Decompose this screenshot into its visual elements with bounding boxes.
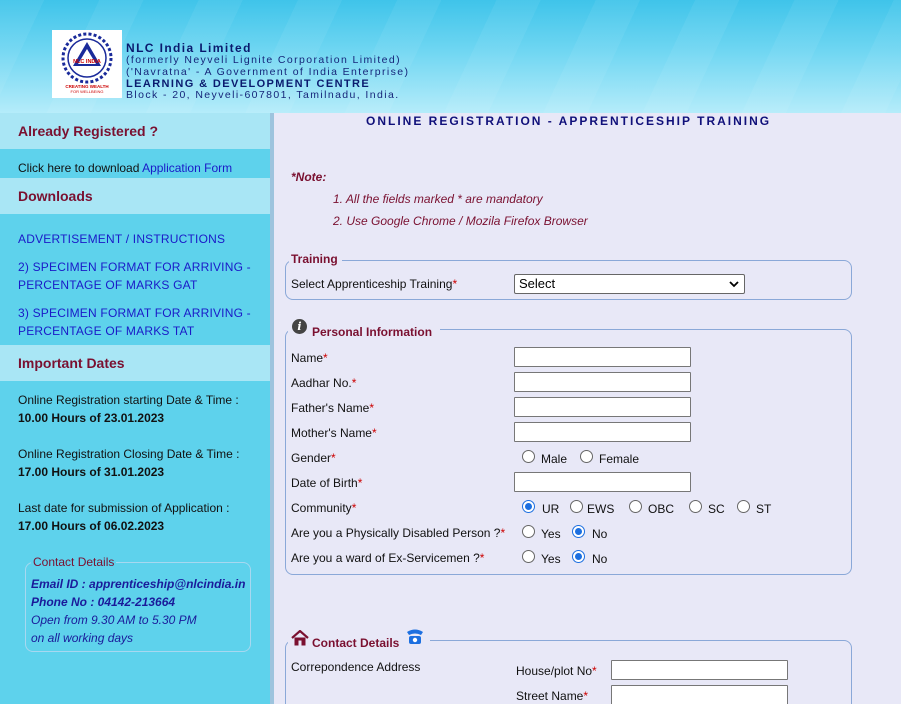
community-ews-radio[interactable] bbox=[570, 500, 583, 513]
date-close-label: Online Registration Closing Date & Time … bbox=[18, 447, 240, 461]
aadhar-input[interactable] bbox=[514, 372, 691, 392]
community-st-label: ST bbox=[756, 502, 772, 516]
date-start-label: Online Registration starting Date & Time… bbox=[18, 393, 239, 407]
community-ews-label: EWS bbox=[587, 502, 615, 516]
specimen-gat-link-line2[interactable]: PERCENTAGE OF MARKS GAT bbox=[18, 276, 198, 294]
gender-female-radio[interactable] bbox=[580, 450, 593, 463]
name-input[interactable] bbox=[514, 347, 691, 367]
disabled-yes-radio[interactable] bbox=[522, 525, 535, 538]
contact-email: Email ID : apprenticeship@nlcindia.in bbox=[31, 577, 246, 591]
father-name-input[interactable] bbox=[514, 397, 691, 417]
house-no-input[interactable] bbox=[611, 660, 788, 680]
page-title: ONLINE REGISTRATION - APPRENTICESHIP TRA… bbox=[366, 114, 772, 128]
advertisement-link[interactable]: ADVERTISEMENT / INSTRUCTIONS bbox=[18, 230, 225, 248]
contact-hours: Open from 9.30 AM to 5.30 PM bbox=[31, 613, 197, 627]
organization-info: NLC India Limited (formerly Neyveli Lign… bbox=[126, 42, 409, 102]
org-navratna: ('Navratna' - A Government of India Ente… bbox=[126, 65, 410, 78]
contact-phone: Phone No : 04142-213664 bbox=[31, 595, 176, 609]
community-obc-radio[interactable] bbox=[629, 500, 642, 513]
disabled-no-label: No bbox=[592, 527, 608, 541]
name-label: Name* bbox=[291, 351, 328, 365]
already-registered-heading: Already Registered ? bbox=[0, 113, 270, 149]
training-legend: Training bbox=[289, 252, 342, 266]
date-start-value: 10.00 Hours of 23.01.2023 bbox=[18, 411, 165, 425]
community-st-radio[interactable] bbox=[737, 500, 750, 513]
specimen-gat-link[interactable]: 2) SPECIMEN FORMAT FOR ARRIVING - bbox=[18, 258, 251, 276]
note-title: *Note: bbox=[291, 170, 327, 184]
apprenticeship-training-select[interactable]: Select bbox=[514, 274, 745, 294]
info-icon: i bbox=[292, 319, 307, 334]
disabled-label: Are you a Physically Disabled Person ?* bbox=[291, 526, 506, 540]
street-name-input[interactable] bbox=[611, 685, 788, 704]
mother-name-input[interactable] bbox=[514, 422, 691, 442]
disabled-no-radio[interactable] bbox=[572, 525, 585, 538]
site-header: NLC INDIA CREATING WEALTH FOR WELLBEING … bbox=[0, 0, 901, 113]
community-ur-radio[interactable] bbox=[522, 500, 535, 513]
home-icon bbox=[291, 630, 309, 646]
svg-text:FOR WELLBEING: FOR WELLBEING bbox=[71, 89, 104, 94]
application-form-link[interactable]: Application Form bbox=[142, 161, 232, 175]
gender-male-label: Male bbox=[541, 452, 568, 466]
street-name-label: Street Name* bbox=[516, 689, 589, 703]
note-mandatory: 1. All the fields marked * are mandatory bbox=[333, 192, 543, 206]
org-former-name: (formerly Neyveli Lignite Corporation Li… bbox=[126, 54, 402, 66]
community-sc-radio[interactable] bbox=[689, 500, 702, 513]
important-dates-heading: Important Dates bbox=[0, 345, 270, 381]
org-address: Block - 20, Neyveli-607801, Tamilnadu, I… bbox=[126, 89, 400, 101]
ex-servicemen-label: Are you a ward of Ex-Servicemen ?* bbox=[291, 551, 485, 565]
contact-details-legend: Contact Details bbox=[310, 636, 404, 650]
dob-label: Date of Birth* bbox=[291, 476, 363, 490]
date-submission-label: Last date for submission of Application … bbox=[18, 501, 230, 515]
download-application-text: Click here to download Application Form bbox=[18, 161, 233, 175]
personal-info-legend: Personal Information bbox=[310, 325, 437, 339]
telephone-icon bbox=[407, 629, 423, 644]
correspondence-address-label: Correpondence Address bbox=[291, 660, 421, 674]
date-close-value: 17.00 Hours of 31.01.2023 bbox=[18, 465, 165, 479]
nlc-logo-icon: NLC INDIA CREATING WEALTH FOR WELLBEING bbox=[61, 32, 113, 94]
mother-name-label: Mother's Name* bbox=[291, 426, 377, 440]
nlc-logo: NLC INDIA CREATING WEALTH FOR WELLBEING bbox=[52, 30, 122, 98]
ex-servicemen-yes-radio[interactable] bbox=[522, 550, 535, 563]
house-no-label: House/plot No* bbox=[516, 664, 597, 678]
downloads-heading: Downloads bbox=[0, 178, 270, 214]
gender-label: Gender* bbox=[291, 451, 336, 465]
community-label: Community* bbox=[291, 501, 357, 515]
dob-input[interactable] bbox=[514, 472, 691, 492]
ex-servicemen-no-radio[interactable] bbox=[572, 550, 585, 563]
community-obc-label: OBC bbox=[648, 502, 675, 516]
specimen-tat-link[interactable]: 3) SPECIMEN FORMAT FOR ARRIVING - bbox=[18, 304, 251, 322]
ex-servicemen-yes-label: Yes bbox=[541, 552, 561, 566]
ex-servicemen-no-label: No bbox=[592, 552, 608, 566]
sidebar-contact-title: Contact Details bbox=[31, 555, 117, 569]
training-select-value: Select bbox=[519, 276, 556, 291]
training-label: Select Apprenticeship Training* bbox=[291, 277, 458, 291]
community-ur-label: UR bbox=[542, 502, 560, 516]
father-name-label: Father's Name* bbox=[291, 401, 374, 415]
contact-days: on all working days bbox=[31, 631, 134, 645]
specimen-tat-link-line2[interactable]: PERCENTAGE OF MARKS TAT bbox=[18, 322, 194, 340]
aadhar-label: Aadhar No.* bbox=[291, 376, 357, 390]
svg-text:NLC INDIA: NLC INDIA bbox=[73, 59, 101, 65]
disabled-yes-label: Yes bbox=[541, 527, 561, 541]
gender-male-radio[interactable] bbox=[522, 450, 535, 463]
note-browser: 2. Use Google Chrome / Mozila Firefox Br… bbox=[333, 214, 588, 228]
date-submission-value: 17.00 Hours of 06.02.2023 bbox=[18, 519, 165, 533]
chevron-down-icon bbox=[729, 281, 739, 288]
community-sc-label: SC bbox=[708, 502, 725, 516]
gender-female-label: Female bbox=[599, 452, 640, 466]
